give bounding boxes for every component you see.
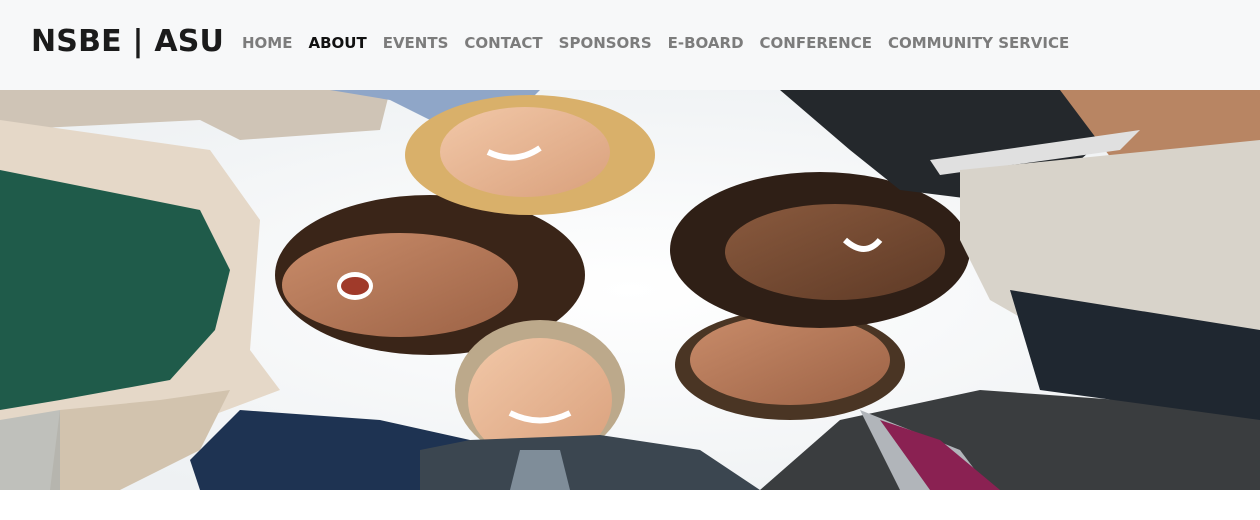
nav-item-conference: CONFERENCE [752,33,880,53]
nav-link-about[interactable]: ABOUT [300,33,374,53]
nav-menu: HOME ABOUT EVENTS CONTACT SPONSORS E-BOA… [234,33,1077,53]
nav-item-about: ABOUT [300,33,374,53]
nav-item-eboard: E-BOARD [660,33,752,53]
nav-item-home: HOME [234,33,300,53]
nav-link-home[interactable]: HOME [234,33,300,53]
brand-logo[interactable]: NSBE | ASU [31,24,224,59]
hero-group-huddle-image [0,90,1260,490]
nav-item-events: EVENTS [375,33,457,53]
nav-item-contact: CONTACT [456,33,550,53]
nav-link-conference[interactable]: CONFERENCE [752,33,880,53]
navbar: NSBE | ASU HOME ABOUT EVENTS CONTACT SPO… [0,0,1260,90]
nav-link-community-service[interactable]: COMMUNITY SERVICE [880,33,1077,53]
hero-banner [0,90,1260,490]
nav-item-community-service: COMMUNITY SERVICE [880,33,1077,53]
nav-link-eboard[interactable]: E-BOARD [660,33,752,53]
nav-link-contact[interactable]: CONTACT [456,33,550,53]
nav-item-sponsors: SPONSORS [551,33,660,53]
nav-link-sponsors[interactable]: SPONSORS [551,33,660,53]
nav-link-events[interactable]: EVENTS [375,33,457,53]
